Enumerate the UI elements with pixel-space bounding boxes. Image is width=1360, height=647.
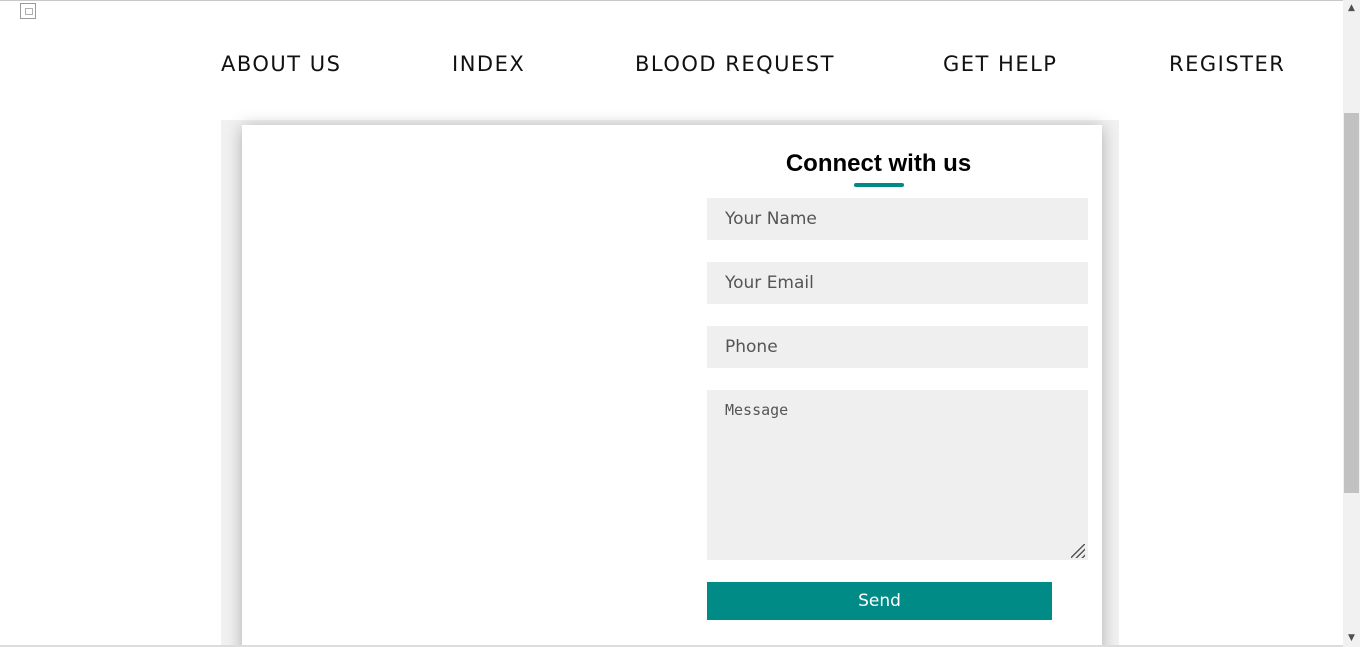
nav-get-help[interactable]: GET HELP	[943, 51, 1057, 77]
scrollbar-thumb[interactable]	[1344, 113, 1359, 493]
message-field[interactable]	[707, 390, 1088, 560]
email-field[interactable]	[707, 262, 1088, 304]
chevron-up-icon[interactable]: ▲	[1343, 0, 1360, 17]
nav-blood-request[interactable]: BLOOD REQUEST	[635, 51, 835, 77]
vertical-scrollbar[interactable]: ▲ ▼	[1343, 0, 1360, 647]
broken-image-icon	[20, 3, 36, 19]
send-button[interactable]: Send	[707, 582, 1052, 620]
nav-register[interactable]: REGISTER	[1169, 51, 1285, 77]
name-field[interactable]	[707, 198, 1088, 240]
resize-grip-icon[interactable]	[1071, 544, 1085, 558]
nav-about-us[interactable]: ABOUT US	[221, 51, 342, 77]
nav-index[interactable]: INDEX	[452, 51, 525, 77]
page: ABOUT US INDEX BLOOD REQUEST GET HELP RE…	[0, 0, 1360, 647]
form-title: Connect with us	[785, 150, 972, 177]
top-border	[0, 0, 1343, 1]
chevron-down-icon[interactable]: ▼	[1343, 630, 1360, 647]
title-underline	[854, 183, 904, 187]
phone-field[interactable]	[707, 326, 1088, 368]
